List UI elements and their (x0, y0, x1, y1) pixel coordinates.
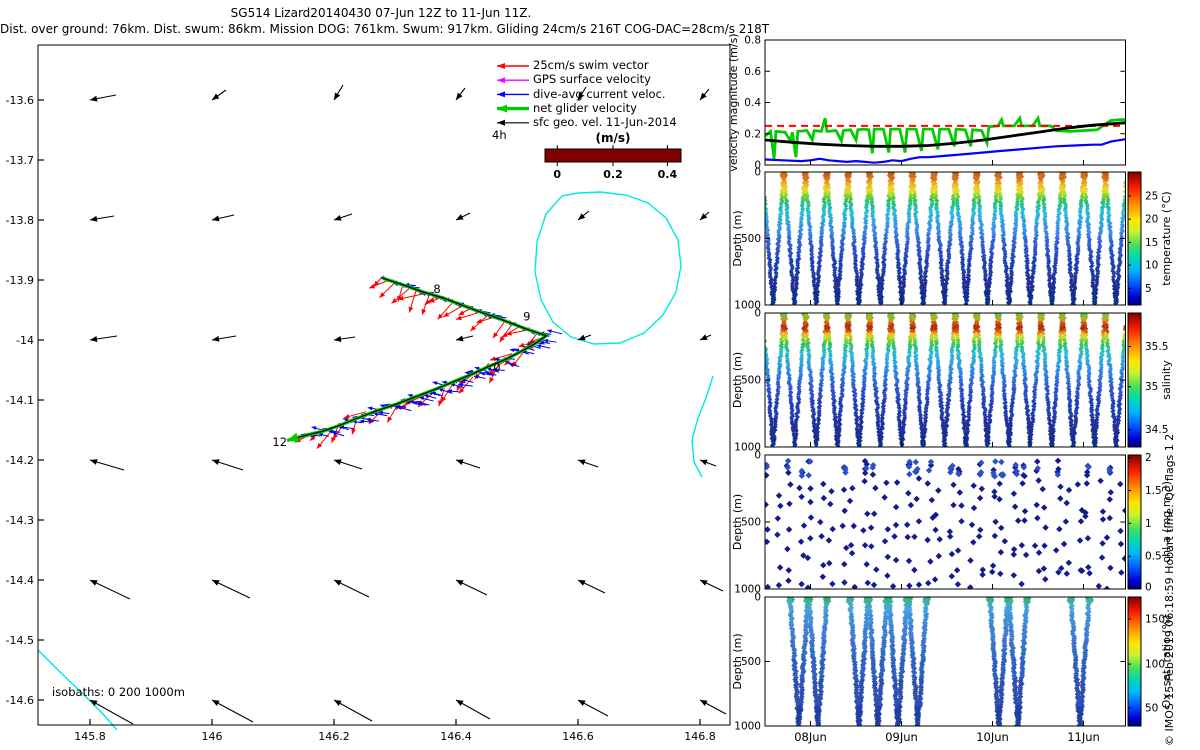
svg-text:0: 0 (754, 167, 761, 179)
svg-text:8: 8 (433, 282, 440, 296)
isobaths-label: isobaths: 0 200 1000m (52, 685, 185, 699)
svg-text:0.4: 0.4 (744, 97, 761, 109)
svg-text:5: 5 (1145, 283, 1152, 295)
svg-text:0: 0 (493, 361, 500, 375)
svg-text:-13.6: -13.6 (6, 94, 34, 107)
colorbar-temperature-profiles: 25 20 15 10 5 temperature (°C) (1127, 171, 1173, 306)
svg-text:-14.5: -14.5 (6, 634, 34, 647)
legend-label-sfc-geo: sfc geo. vel. 11-Jun-2014 (533, 115, 677, 129)
legend-label-gps-velocity: GPS surface velocity (533, 72, 651, 86)
svg-text:145.8: 145.8 (74, 730, 106, 743)
svg-text:-13.9: -13.9 (6, 274, 34, 287)
svg-text:-14.4: -14.4 (6, 574, 34, 587)
legend-duration-label: 4h (492, 128, 507, 142)
svg-text:09Jun: 09Jun (885, 730, 918, 744)
svg-text:0: 0 (1145, 581, 1152, 593)
figure-title: SG514 Lizard20140430 07-Jun 12Z to 11-Ju… (230, 6, 532, 20)
svg-text:146.6: 146.6 (562, 730, 594, 743)
svg-text:20: 20 (1145, 214, 1158, 226)
legend-colorbar-unit: (m/s) (595, 131, 631, 145)
svg-text:0.4: 0.4 (658, 168, 678, 181)
svg-text:146: 146 (202, 730, 223, 743)
svg-text:-13.8: -13.8 (6, 214, 34, 227)
svg-text:-14.1: -14.1 (6, 394, 34, 407)
svg-text:146.2: 146.2 (318, 730, 350, 743)
svg-text:-14.2: -14.2 (6, 454, 34, 467)
svg-text:0.2: 0.2 (603, 168, 623, 181)
svg-text:0: 0 (754, 450, 761, 462)
legend-label-net-glider: net glider velocity (533, 101, 637, 115)
svg-text:9: 9 (523, 310, 530, 324)
svg-text:0: 0 (553, 168, 561, 181)
svg-text:salinity: salinity (1160, 360, 1173, 400)
svg-text:11Jun: 11Jun (1067, 730, 1100, 744)
svg-text:08Jun: 08Jun (794, 730, 827, 744)
svg-text:-14: -14 (16, 334, 34, 347)
svg-text:Depth (m): Depth (m) (731, 633, 744, 689)
svg-text:-14.6: -14.6 (6, 694, 34, 707)
svg-text:1000: 1000 (734, 721, 761, 733)
svg-text:25: 25 (1145, 190, 1158, 202)
svg-text:146.8: 146.8 (684, 730, 716, 743)
figure-canvas: 8 9 0 12 145.8 146 146.2 146.4 146.6 146.8 -13.6 -1… (0, 0, 1200, 750)
svg-text:15: 15 (1145, 237, 1158, 249)
svg-text:10Jun: 10Jun (976, 730, 1009, 744)
svg-text:50: 50 (1145, 702, 1158, 714)
svg-text:temperature (°C): temperature (°C) (1160, 191, 1173, 285)
svg-text:velocity magnitude (m/s): velocity magnitude (m/s) (727, 33, 740, 171)
svg-text:2: 2 (1145, 452, 1152, 464)
svg-text:35.5: 35.5 (1145, 341, 1168, 353)
figure-subtitle: Dist. over ground: 76km. Dist. swum: 86k… (0, 22, 770, 36)
svg-text:0.8: 0.8 (744, 35, 761, 47)
svg-text:12: 12 (272, 435, 287, 449)
svg-text:0: 0 (754, 308, 761, 320)
svg-text:-13.7: -13.7 (6, 154, 34, 167)
svg-text:Depth (m): Depth (m) (731, 210, 744, 266)
svg-text:-14.3: -14.3 (6, 514, 34, 527)
svg-text:1: 1 (1145, 518, 1152, 530)
svg-text:Depth (m): Depth (m) (731, 352, 744, 408)
legend-label-swim-vector: 25cm/s swim vector (533, 58, 649, 72)
figure-header: SG514 Lizard20140430 07-Jun 12Z to 11-Ju… (0, 6, 770, 36)
svg-text:10: 10 (1145, 260, 1158, 272)
svg-text:146.4: 146.4 (440, 730, 472, 743)
svg-text:0.6: 0.6 (744, 66, 761, 78)
svg-text:35: 35 (1145, 381, 1158, 393)
svg-text:0.2: 0.2 (744, 128, 761, 140)
svg-text:0: 0 (754, 592, 761, 604)
svg-text:Depth (m): Depth (m) (731, 494, 744, 550)
imos-copyright-note: © IMOS 15-Feb-2019 06:18:59 Hobart time.… (1163, 433, 1176, 746)
legend-label-dive-avg-current: dive-avg current veloc. (533, 87, 666, 101)
